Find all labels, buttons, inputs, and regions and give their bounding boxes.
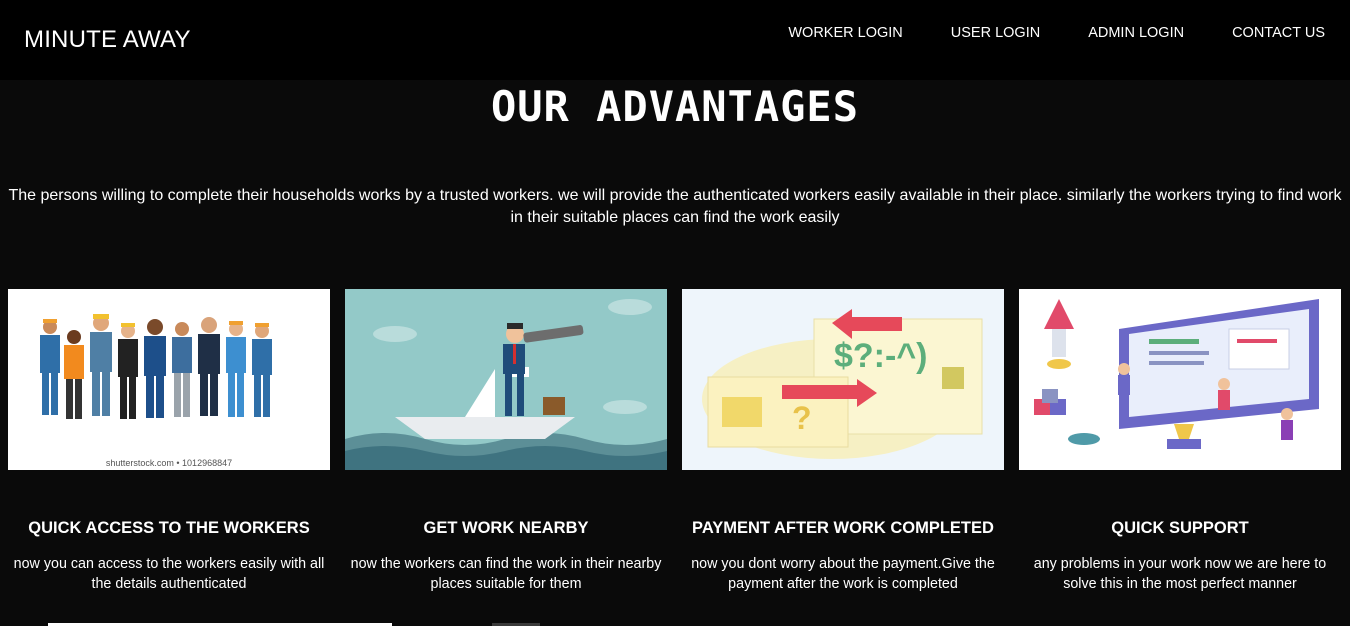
card-description: now you dont worry about the payment.Giv… <box>682 554 1004 594</box>
support-illustration <box>1019 289 1341 470</box>
advantage-card-support: QUICK SUPPORT any problems in your work … <box>1019 289 1341 592</box>
card-title: GET WORK NEARBY <box>423 519 589 537</box>
page-title: OUR ADVANTAGES <box>490 82 859 131</box>
advantage-card-nearby: GET WORK NEARBY now the workers can find… <box>345 289 667 592</box>
card-description-line: now you dont worry about the payment.Giv… <box>691 556 995 572</box>
navbar: MINUTE AWAY WORKER LOGIN USER LOGIN ADMI… <box>0 0 1350 80</box>
card-description-line: places suitable for them <box>430 576 582 592</box>
nav-user-login[interactable]: USER LOGIN <box>951 25 1040 41</box>
card-description-line: the details authenticated <box>91 576 247 592</box>
advantage-card-workers: shutterstock.com • 1012968847 QUICK ACCE… <box>8 289 330 592</box>
nav-worker-login[interactable]: WORKER LOGIN <box>788 25 902 41</box>
card-description-line: solve this in the most perfect manner <box>1063 576 1297 592</box>
card-description: now the workers can find the work in the… <box>345 554 667 594</box>
intro-line-1: The persons willing to complete their ho… <box>8 187 1342 204</box>
card-description-line: payment after the work is completed <box>728 576 958 592</box>
card-description-line: now you can access to the workers easily… <box>13 556 325 572</box>
workers-illustration: shutterstock.com • 1012968847 <box>8 289 330 470</box>
payment-illustration: $?:-^) ? <box>682 289 1004 470</box>
card-title: PAYMENT AFTER WORK COMPLETED <box>692 519 994 537</box>
card-description-line: any problems in your work now we are her… <box>1033 556 1327 572</box>
nav-links: WORKER LOGIN USER LOGIN ADMIN LOGIN CONT… <box>788 25 1325 41</box>
brand-logo[interactable]: MINUTE AWAY <box>24 26 191 54</box>
intro-text: The persons willing to complete their ho… <box>0 185 1350 229</box>
telescope-boat-illustration <box>345 289 667 470</box>
card-description: now you can access to the workers easily… <box>8 554 330 594</box>
intro-line-2: in their suitable places can find the wo… <box>510 209 840 226</box>
card-description: any problems in your work now we are her… <box>1019 554 1341 594</box>
payment-symbol-text: $?:-^) <box>834 337 928 375</box>
card-title: QUICK SUPPORT <box>1111 519 1249 537</box>
watermark-text: shutterstock.com • 1012968847 <box>106 458 232 468</box>
svg-text:?: ? <box>792 400 812 436</box>
card-title: QUICK ACCESS TO THE WORKERS <box>28 519 310 537</box>
advantage-card-payment: $?:-^) ? PAYMENT AFTER WORK COMPLETED no… <box>682 289 1004 592</box>
card-description-line: now the workers can find the work in the… <box>350 556 662 572</box>
nav-contact-us[interactable]: CONTACT US <box>1232 25 1325 41</box>
nav-admin-login[interactable]: ADMIN LOGIN <box>1088 25 1184 41</box>
